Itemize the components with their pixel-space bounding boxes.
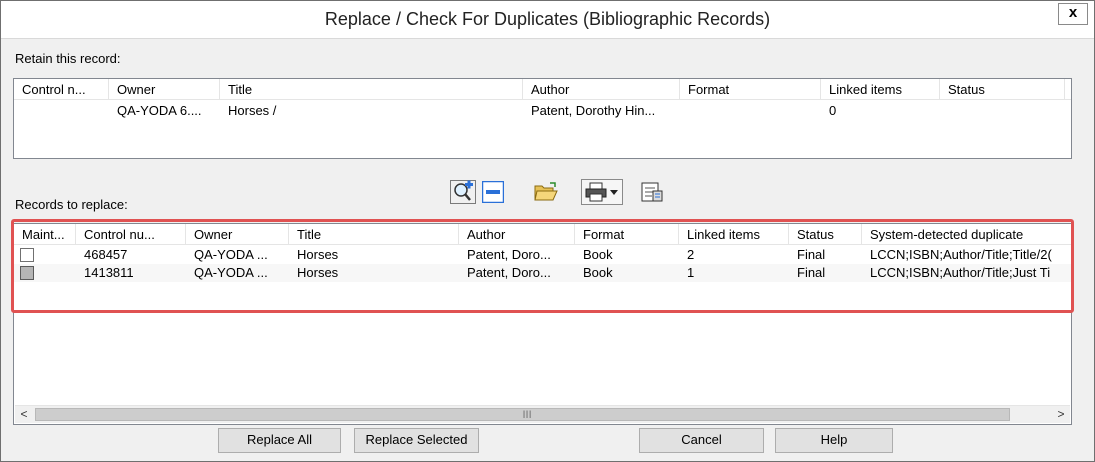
- retain-grid[interactable]: Control n... Owner Title Author Format L…: [13, 78, 1072, 159]
- properties-button[interactable]: [637, 179, 667, 205]
- retain-col-control[interactable]: Control n...: [14, 79, 109, 100]
- dialog-window: Replace / Check For Duplicates (Bibliogr…: [0, 0, 1095, 462]
- window-title: Replace / Check For Duplicates (Bibliogr…: [324, 9, 771, 29]
- replace-selected-button[interactable]: Replace Selected: [354, 428, 479, 453]
- retain-col-linked[interactable]: Linked items: [821, 79, 940, 100]
- retain-cell-author: Patent, Dorothy Hin...: [531, 103, 656, 118]
- retain-col-status[interactable]: Status: [940, 79, 1065, 100]
- scroll-thumb[interactable]: III: [35, 408, 1010, 421]
- dropdown-arrow-icon[interactable]: [608, 182, 620, 202]
- horizontal-scrollbar[interactable]: < III >: [15, 405, 1070, 423]
- properties-icon: [641, 182, 663, 202]
- search-add-icon: [450, 180, 476, 204]
- retain-cell-title: Horses /: [228, 103, 277, 118]
- retain-cell-control: [14, 102, 109, 120]
- print-icon: [585, 182, 607, 202]
- open-folder-icon: [534, 182, 558, 201]
- open-button[interactable]: [531, 179, 561, 205]
- close-button[interactable]: x: [1058, 3, 1088, 25]
- add-search-button[interactable]: [447, 179, 479, 205]
- retain-cell-owner: QA-YODA 6....: [117, 103, 202, 118]
- print-button[interactable]: [581, 179, 623, 205]
- remove-icon: [482, 181, 504, 203]
- retain-header: Control n... Owner Title Author Format L…: [14, 79, 1071, 100]
- replace-label: Records to replace:: [15, 197, 128, 212]
- retain-cell-linked: 0: [829, 103, 837, 118]
- cancel-button[interactable]: Cancel: [639, 428, 764, 453]
- retain-cell-format: [680, 102, 821, 120]
- scroll-grip: III: [522, 409, 532, 421]
- replace-all-button[interactable]: Replace All: [218, 428, 341, 453]
- scroll-right-button[interactable]: >: [1052, 406, 1070, 423]
- retain-label: Retain this record:: [15, 51, 121, 66]
- remove-button[interactable]: [479, 179, 507, 205]
- retain-col-owner[interactable]: Owner: [109, 79, 220, 100]
- help-button[interactable]: Help: [775, 428, 893, 453]
- retain-col-title[interactable]: Title: [220, 79, 523, 100]
- retain-cell-status: [940, 102, 1065, 120]
- retain-col-format[interactable]: Format: [680, 79, 821, 100]
- dialog-body: Retain this record: Control n... Owner T…: [11, 39, 1082, 461]
- retain-row[interactable]: QA-YODA 6.... Horses / Patent, Dorothy H…: [14, 102, 1071, 120]
- retain-col-author[interactable]: Author: [523, 79, 680, 100]
- highlight-box: [11, 219, 1074, 313]
- scroll-left-button[interactable]: <: [15, 406, 33, 423]
- title-bar: Replace / Check For Duplicates (Bibliogr…: [1, 1, 1094, 39]
